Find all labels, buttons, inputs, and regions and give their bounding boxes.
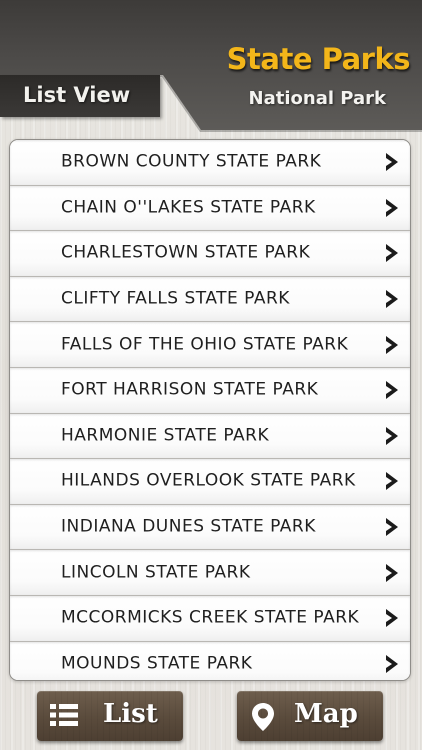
list-item-label: HARMONIE STATE PARK — [61, 425, 270, 446]
list-item[interactable]: MCCORMICKS CREEK STATE PARK — [10, 595, 410, 642]
list-item[interactable]: CHAIN O''LAKES STATE PARK — [10, 185, 410, 232]
list-item[interactable]: HILANDS OVERLOOK STATE PARK — [10, 459, 410, 505]
chevron-right-icon — [386, 381, 398, 400]
list-item[interactable]: CHARLESTOWN STATE PARK — [10, 231, 410, 277]
list-button[interactable]: List — [37, 691, 183, 741]
list-item-label: BROWN COUNTY STATE PARK — [61, 151, 322, 172]
list-item[interactable]: MOUNDS STATE PARK — [10, 641, 410, 680]
chevron-right-icon — [386, 426, 398, 445]
list-item-label: HILANDS OVERLOOK STATE PARK — [61, 470, 356, 491]
list-item[interactable]: CLIFTY FALLS STATE PARK — [10, 276, 410, 323]
list-item[interactable]: HARMONIE STATE PARK — [10, 413, 410, 460]
map-button-label: Map — [294, 699, 358, 729]
list-item[interactable]: LINCOLN STATE PARK — [10, 550, 410, 596]
chevron-right-icon — [386, 198, 398, 217]
chevron-right-icon — [386, 244, 398, 263]
list-button-label: List — [103, 699, 158, 729]
view-label-text: List View — [23, 83, 131, 107]
chevron-right-icon — [386, 654, 398, 673]
chevron-right-icon — [386, 335, 398, 354]
list-item-label: CLIFTY FALLS STATE PARK — [61, 288, 290, 309]
list-item[interactable]: BROWN COUNTY STATE PARK — [10, 140, 410, 186]
list-item-label: LINCOLN STATE PARK — [61, 562, 251, 583]
list-item-label: MCCORMICKS CREEK STATE PARK — [61, 607, 360, 628]
chevron-right-icon — [386, 290, 398, 309]
chevron-right-icon — [386, 563, 398, 582]
chevron-right-icon — [386, 472, 398, 491]
chevron-right-icon — [386, 609, 398, 628]
list-item-label: FORT HARRISON STATE PARK — [61, 379, 319, 400]
view-label: List View — [0, 75, 160, 117]
park-list: BROWN COUNTY STATE PARK CHAIN O''LAKES S… — [9, 139, 411, 681]
chevron-right-icon — [386, 518, 398, 537]
list-item-label: CHARLESTOWN STATE PARK — [61, 242, 311, 263]
list-icon — [50, 704, 78, 726]
chevron-right-icon — [386, 153, 398, 172]
list-item[interactable]: INDIANA DUNES STATE PARK — [10, 504, 410, 551]
map-pin-icon — [252, 703, 274, 731]
list-item-label: FALLS OF THE OHIO STATE PARK — [61, 334, 349, 355]
app-title: State Parks — [226, 42, 411, 76]
app-subtitle: National Park — [248, 88, 386, 109]
list-item[interactable]: FALLS OF THE OHIO STATE PARK — [10, 322, 410, 368]
map-button[interactable]: Map — [237, 691, 383, 741]
list-item-label: CHAIN O''LAKES STATE PARK — [61, 197, 316, 218]
list-item-label: INDIANA DUNES STATE PARK — [61, 516, 316, 537]
list-item-label: MOUNDS STATE PARK — [61, 653, 253, 674]
list-item[interactable]: FORT HARRISON STATE PARK — [10, 367, 410, 414]
